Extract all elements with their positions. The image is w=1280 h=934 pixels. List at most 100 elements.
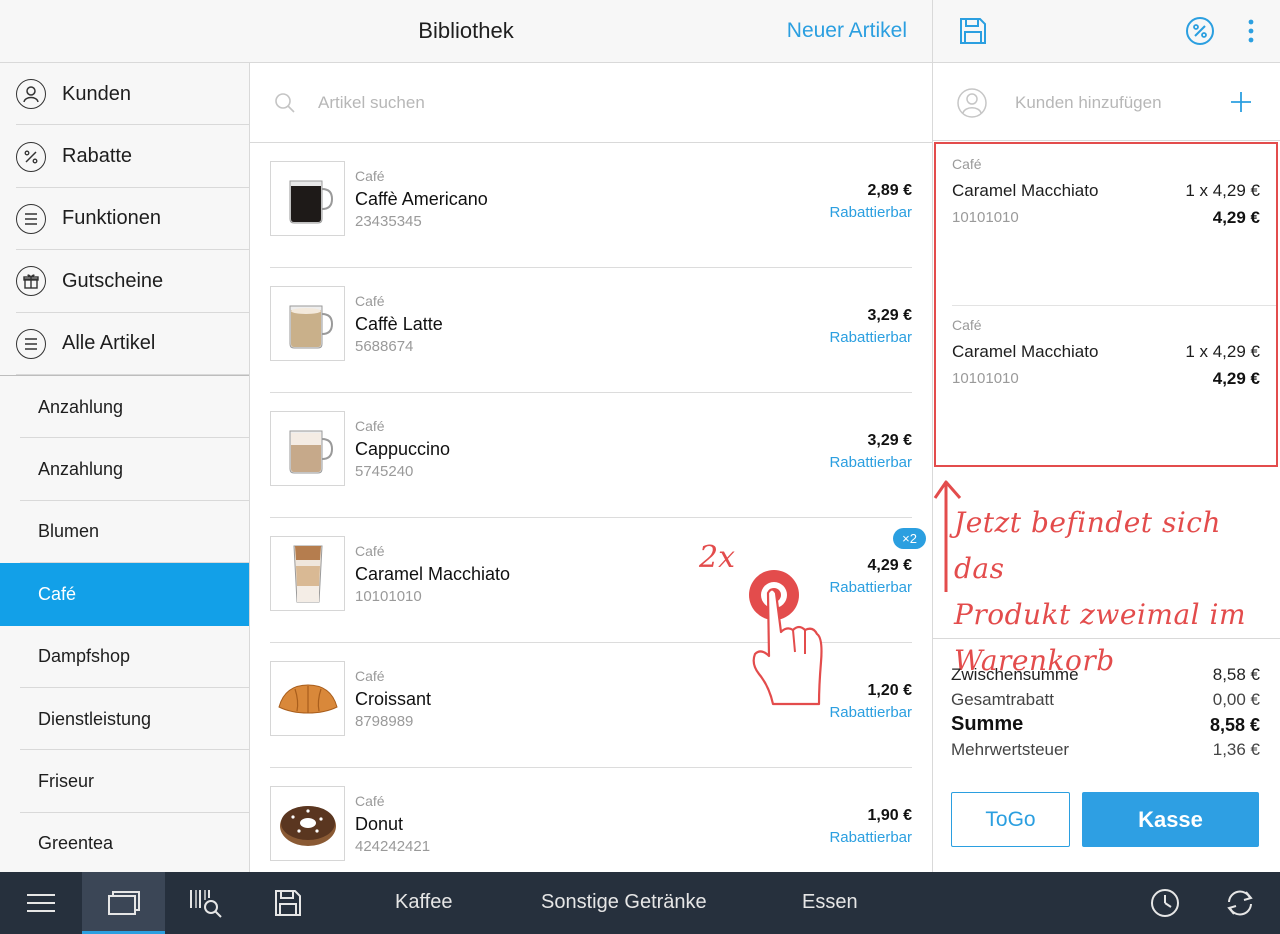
menu-icon[interactable] [0, 872, 82, 934]
product-image [270, 161, 345, 236]
product-discount-label: Rabattierbar [829, 329, 912, 346]
product-image [270, 536, 345, 611]
product-name: Caramel Macchiato [355, 564, 511, 584]
product-item[interactable]: Café Caffè Latte 5688674 3,29 € Rabattie… [250, 268, 932, 393]
subtotal-value: 8,58 € [1212, 665, 1260, 684]
plus-icon[interactable] [1229, 90, 1253, 119]
quantity-badge: ×2 [893, 528, 926, 549]
sidebar-category[interactable]: Dampfshop [0, 626, 249, 689]
gift-icon [16, 266, 46, 297]
cart-line-quantity: 1 x 4,29 € [1185, 181, 1260, 200]
new-item-button[interactable]: Neuer Artikel [787, 19, 907, 43]
product-discount-label: Rabattierbar [829, 454, 912, 471]
product-category: Café [355, 418, 385, 434]
product-discount-label: Rabattierbar [829, 704, 912, 721]
cart-buttons: ToGo Kasse [951, 792, 1259, 847]
sidebar-item-label: Alle Artikel [62, 332, 156, 355]
add-customer-label: Kunden hinzufügen [1015, 93, 1162, 112]
save-icon[interactable] [247, 872, 329, 934]
list-icon [16, 328, 46, 359]
save-icon[interactable] [958, 16, 988, 51]
annotation-line: Produkt zweimal im [954, 598, 1247, 631]
sidebar-category[interactable]: Friseur [0, 750, 249, 814]
product-sku: 10101010 [355, 588, 422, 605]
cart-line[interactable]: Café Caramel Macchiato 1 x 4,29 € 101010… [936, 305, 1276, 466]
sum-label: Summe [951, 713, 1024, 735]
cart-line-sku: 10101010 [952, 209, 1019, 226]
product-sku: 424242421 [355, 838, 431, 855]
more-icon[interactable] [1241, 16, 1261, 51]
product-category: Café [355, 793, 385, 809]
checkout-button[interactable]: Kasse [1082, 792, 1259, 847]
sidebar-category[interactable]: Greentea [0, 813, 249, 876]
user-icon [957, 88, 987, 123]
product-name: Caffè Americano [355, 189, 488, 209]
tax-label: Mehrwertsteuer [951, 740, 1070, 759]
sidebar-item-rabatte[interactable]: Rabatte [0, 125, 249, 189]
discount-label: Gesamtrabatt [951, 690, 1054, 709]
percent-icon [16, 141, 46, 172]
search-bar [250, 63, 932, 143]
sidebar-item-funktionen[interactable]: Funktionen [0, 188, 249, 251]
sidebar-category[interactable]: Blumen [0, 501, 249, 564]
product-price: 3,29 € [867, 432, 912, 449]
tab-kaffee[interactable]: Kaffee [395, 891, 452, 914]
sidebar-item-label: Funktionen [62, 207, 161, 230]
library-header: Bibliothek Neuer Artikel [0, 0, 932, 63]
cart-line-name: Caramel Macchiato [952, 181, 1099, 200]
sidebar-item-label: Rabatte [62, 145, 133, 168]
cart-line-total: 4,29 € [1212, 208, 1260, 227]
cart-line[interactable]: Café Caramel Macchiato 1 x 4,29 € 101010… [936, 144, 1276, 305]
clock-icon[interactable] [1135, 872, 1195, 934]
discount-icon[interactable] [1185, 16, 1215, 51]
user-icon [16, 79, 46, 110]
sidebar-category[interactable]: Anzahlung [0, 438, 249, 502]
sidebar-item-label: Kunden [62, 82, 131, 105]
product-discount-label: Rabattierbar [829, 579, 912, 596]
sidebar-category[interactable]: Dienstleistung [0, 688, 249, 751]
tab-sonstige-getraenke[interactable]: Sonstige Getränke [541, 891, 707, 914]
bottom-bar: Kaffee Sonstige Getränke Essen [0, 872, 1280, 934]
cart-line-quantity: 1 x 4,29 € [1185, 342, 1260, 361]
cart-line-sku: 10101010 [952, 370, 1019, 387]
sum-value: 8,58 € [1209, 715, 1260, 735]
add-customer-row[interactable]: Kunden hinzufügen [933, 63, 1280, 141]
togo-button[interactable]: ToGo [951, 792, 1070, 847]
product-price: 4,29 € [867, 557, 912, 574]
cart-header [932, 0, 1280, 63]
sidebar-item-kunden[interactable]: Kunden [0, 63, 249, 126]
sidebar-item-alle-artikel[interactable]: Alle Artikel [0, 313, 249, 376]
product-item[interactable]: Café Caffè Americano 23435345 2,89 € Rab… [250, 143, 932, 268]
sidebar-item-label: Gutscheine [62, 269, 164, 292]
cart-lines-highlight: Café Caramel Macchiato 1 x 4,29 € 101010… [934, 142, 1278, 467]
product-category: Café [355, 543, 385, 559]
product-discount-label: Rabattierbar [829, 204, 912, 221]
product-item[interactable]: Café Cappuccino 5745240 3,29 € Rabattier… [250, 393, 932, 518]
cart-line-category: Café [952, 156, 982, 172]
discount-value: 0,00 € [1212, 690, 1260, 709]
annotation-line: Jetzt befindet sich das [954, 506, 1221, 585]
product-category: Café [355, 668, 385, 684]
sync-icon[interactable] [1210, 872, 1270, 934]
sidebar: Kunden Rabatte Funktionen Gutscheine All… [0, 63, 250, 876]
tax-row: Mehrwertsteuer 1,36 € [932, 740, 1280, 765]
subtotal-label: Zwischensumme [951, 665, 1079, 684]
cart-totals: Zwischensumme 8,58 € Gesamtrabatt 0,00 €… [932, 638, 1280, 765]
product-image [270, 411, 345, 486]
sidebar-category-active[interactable]: Café [0, 563, 249, 626]
product-sku: 5745240 [355, 463, 414, 480]
barcode-search-icon[interactable] [165, 872, 247, 934]
sum-row: Summe 8,58 € [932, 713, 1280, 740]
sidebar-category[interactable]: Anzahlung [0, 376, 249, 439]
product-name: Croissant [355, 689, 432, 709]
search-input[interactable] [318, 87, 878, 119]
sidebar-item-gutscheine[interactable]: Gutscheine [0, 250, 249, 313]
cart-line-total: 4,29 € [1212, 369, 1260, 388]
product-category: Café [355, 168, 385, 184]
product-sku: 8798989 [355, 713, 414, 730]
tab-essen[interactable]: Essen [802, 891, 858, 914]
product-price: 1,20 € [867, 682, 912, 699]
product-image [270, 661, 345, 736]
library-icon[interactable] [82, 872, 165, 934]
list-icon [16, 203, 46, 234]
